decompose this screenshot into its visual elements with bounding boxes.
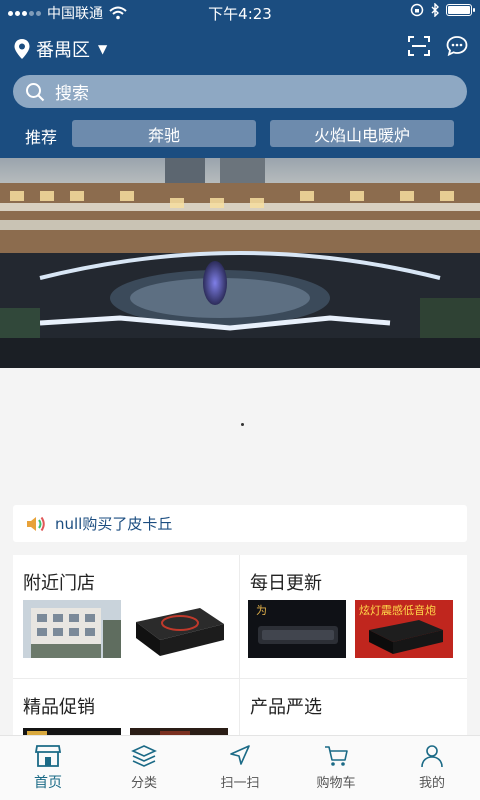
layers-icon	[131, 745, 157, 767]
user-icon	[421, 745, 443, 768]
tab-label: 我的	[418, 776, 445, 791]
recommend-chip[interactable]: 火焰山电暖炉	[270, 120, 454, 147]
tab-label: 购物车	[316, 776, 356, 791]
status-time: 下午4:23	[208, 5, 272, 23]
cart-icon	[325, 746, 348, 766]
tab-home[interactable]: 首页	[0, 736, 96, 800]
search-icon	[26, 82, 45, 101]
news-text: null购买了皮卡丘	[55, 515, 173, 533]
product-thumbnail	[130, 724, 228, 735]
section-title: 每日更新	[250, 573, 322, 594]
tab-scan[interactable]: 扫一扫	[192, 736, 288, 800]
speaker-icon	[27, 516, 45, 531]
battery-icon	[446, 4, 475, 16]
store-thumbnail	[23, 600, 121, 658]
navigation-arrow-icon	[230, 745, 250, 765]
search-bar[interactable]: 搜索	[13, 75, 467, 108]
banner-image[interactable]	[0, 158, 480, 368]
store-icon	[35, 745, 61, 767]
recommend-label: 推荐	[25, 128, 58, 147]
search-placeholder: 搜索	[55, 84, 89, 104]
caret-down-icon: ▼	[98, 42, 108, 56]
section-title: 产品严选	[250, 697, 322, 718]
svg-text:为: 为	[256, 604, 267, 617]
thumbnail-caption: 炫灯震感低音炮	[359, 603, 436, 617]
tab-bar: 首页 分类 扫一扫 购物车 我的	[0, 735, 480, 800]
scan-icon[interactable]	[408, 36, 430, 56]
tab-label: 首页	[34, 775, 62, 791]
rotation-lock-icon	[410, 3, 424, 17]
tab-label: 扫一扫	[220, 776, 260, 791]
location-label: 番禺区	[36, 40, 90, 61]
product-thumbnail	[23, 724, 121, 735]
pager-dot	[241, 423, 244, 426]
location-selector[interactable]: 番禺区 ▼	[14, 36, 107, 62]
bluetooth-icon	[431, 3, 439, 17]
tab-cart[interactable]: 购物车	[288, 736, 384, 800]
section-title: 附近门店	[23, 573, 95, 594]
tab-profile[interactable]: 我的	[384, 736, 480, 800]
feature-grid: 附近门店 每日更新 为 炫灯震感低音炮 精品促销 产品严选	[13, 555, 467, 735]
section-title: 精品促销	[23, 697, 95, 718]
recommend-row: 推荐 奔驰 火焰山电暖炉	[0, 120, 480, 148]
section-promotions[interactable]: 精品促销	[13, 679, 238, 735]
news-ticker[interactable]: null购买了皮卡丘	[13, 505, 467, 542]
product-thumbnail: 为	[248, 600, 346, 658]
header: 中国联通 下午4:23 番禺区 ▼ 搜索 推荐 奔驰 火焰山电暖炉	[0, 0, 480, 158]
section-daily-updates[interactable]: 每日更新 为 炫灯震感低音炮	[240, 555, 465, 678]
app-page: 中国联通 下午4:23 番禺区 ▼ 搜索 推荐 奔驰 火焰山电暖炉 null购买…	[0, 0, 480, 800]
tab-category[interactable]: 分类	[96, 736, 192, 800]
recommend-chip[interactable]: 奔驰	[72, 120, 256, 147]
product-thumbnail	[130, 600, 228, 658]
section-selected-products[interactable]: 产品严选	[240, 679, 465, 735]
tab-label: 分类	[130, 776, 157, 791]
status-bar: 中国联通 下午4:23	[0, 0, 480, 24]
message-icon[interactable]	[446, 36, 468, 56]
section-nearby-stores[interactable]: 附近门店	[13, 555, 238, 678]
location-pin-icon	[14, 39, 30, 59]
product-thumbnail: 炫灯震感低音炮	[355, 600, 453, 658]
